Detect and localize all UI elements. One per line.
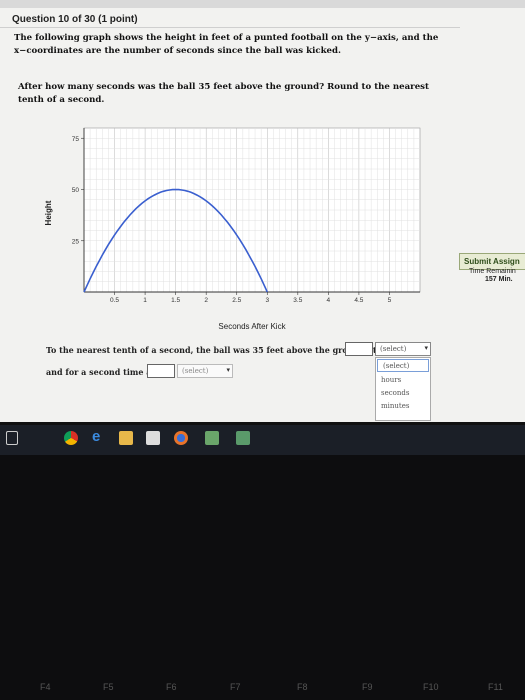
x-tick-label: 4.5 bbox=[354, 297, 363, 304]
firefox-icon[interactable] bbox=[174, 431, 188, 445]
prompt-line-2: tenth of a second. bbox=[18, 95, 105, 105]
screen: Question 10 of 30 (1 point) The followin… bbox=[0, 0, 525, 422]
x-tick-label: 5 bbox=[388, 297, 392, 304]
unit-select-1-value: (select) bbox=[380, 345, 407, 353]
x-tick-label: 3 bbox=[265, 297, 269, 304]
unit-select-1[interactable]: (select) ▾ bbox=[375, 342, 431, 356]
app-icon[interactable] bbox=[236, 431, 250, 445]
x-tick-label: 1 bbox=[143, 297, 147, 304]
y-axis-label: Height bbox=[44, 200, 53, 225]
y-tick-label: 25 bbox=[72, 238, 80, 245]
chevron-down-icon: ▾ bbox=[226, 366, 230, 374]
x-tick-label: 3.5 bbox=[293, 297, 302, 304]
function-key-f8: F8 bbox=[297, 682, 308, 692]
file-explorer-icon[interactable] bbox=[119, 431, 133, 445]
unit-dropdown-menu[interactable]: (select) hours seconds minutes bbox=[375, 357, 431, 421]
y-tick-labels: 25 50 75 bbox=[72, 136, 84, 245]
y-tick-label: 75 bbox=[72, 136, 80, 143]
answer-text-2: and for a second time at bbox=[46, 367, 156, 377]
chrome-icon[interactable] bbox=[64, 431, 78, 445]
unit-select-2-value: (select) bbox=[182, 367, 209, 375]
height-graph: 0.5 1 1.5 2 2.5 3 3.5 4 4.5 5 25 50 75 Seconds Afte… bbox=[44, 127, 421, 331]
task-view-icon[interactable] bbox=[6, 431, 18, 445]
monitor-bezel bbox=[0, 455, 525, 700]
time-remaining-label: Time Remainin bbox=[469, 268, 516, 275]
function-key-f9: F9 bbox=[362, 682, 373, 692]
taskbar: e bbox=[0, 425, 525, 455]
x-tick-label: 0.5 bbox=[110, 297, 119, 304]
question-prompt: After how many seconds was the ball 35 f… bbox=[18, 81, 448, 107]
browser-top-bar bbox=[0, 0, 525, 8]
x-tick-label: 2 bbox=[204, 297, 208, 304]
function-key-f10: F10 bbox=[423, 682, 439, 692]
question-text: The following graph shows the height in … bbox=[14, 32, 444, 58]
answer-text-1: To the nearest tenth of a second, the ba… bbox=[46, 345, 377, 355]
x-tick-label: 4 bbox=[327, 297, 331, 304]
store-icon[interactable] bbox=[146, 431, 160, 445]
photos-icon[interactable] bbox=[205, 431, 219, 445]
edge-icon[interactable]: e bbox=[92, 428, 106, 445]
first-time-input[interactable] bbox=[345, 342, 373, 356]
x-tick-label: 2.5 bbox=[232, 297, 241, 304]
divider bbox=[0, 27, 460, 28]
dropdown-option[interactable]: seconds bbox=[376, 386, 430, 399]
function-key-f7: F7 bbox=[230, 682, 241, 692]
function-key-f4: F4 bbox=[40, 682, 51, 692]
prompt-line-1: After how many seconds was the ball 35 f… bbox=[18, 82, 429, 92]
function-key-f11: F11 bbox=[488, 682, 503, 692]
chevron-down-icon: ▾ bbox=[424, 344, 428, 352]
question-title: Question 10 of 30 (1 point) bbox=[12, 14, 138, 25]
time-remaining-value: 157 Min. bbox=[485, 276, 513, 283]
dropdown-option[interactable]: hours bbox=[376, 373, 430, 386]
x-axis-label: Seconds After Kick bbox=[218, 322, 286, 331]
dropdown-option[interactable]: (select) bbox=[377, 359, 429, 372]
second-time-input[interactable] bbox=[147, 364, 175, 378]
x-tick-label: 1.5 bbox=[171, 297, 180, 304]
function-key-f6: F6 bbox=[166, 682, 177, 692]
question-line-2: x−coordinates are the number of seconds … bbox=[14, 46, 341, 56]
unit-select-2[interactable]: (select) ▾ bbox=[177, 364, 233, 378]
function-key-f5: F5 bbox=[103, 682, 114, 692]
dropdown-option[interactable]: minutes bbox=[376, 399, 430, 412]
question-line-1: The following graph shows the height in … bbox=[14, 33, 439, 43]
y-tick-label: 50 bbox=[72, 187, 80, 194]
x-tick-labels: 0.5 1 1.5 2 2.5 3 3.5 4 4.5 5 bbox=[110, 292, 392, 304]
